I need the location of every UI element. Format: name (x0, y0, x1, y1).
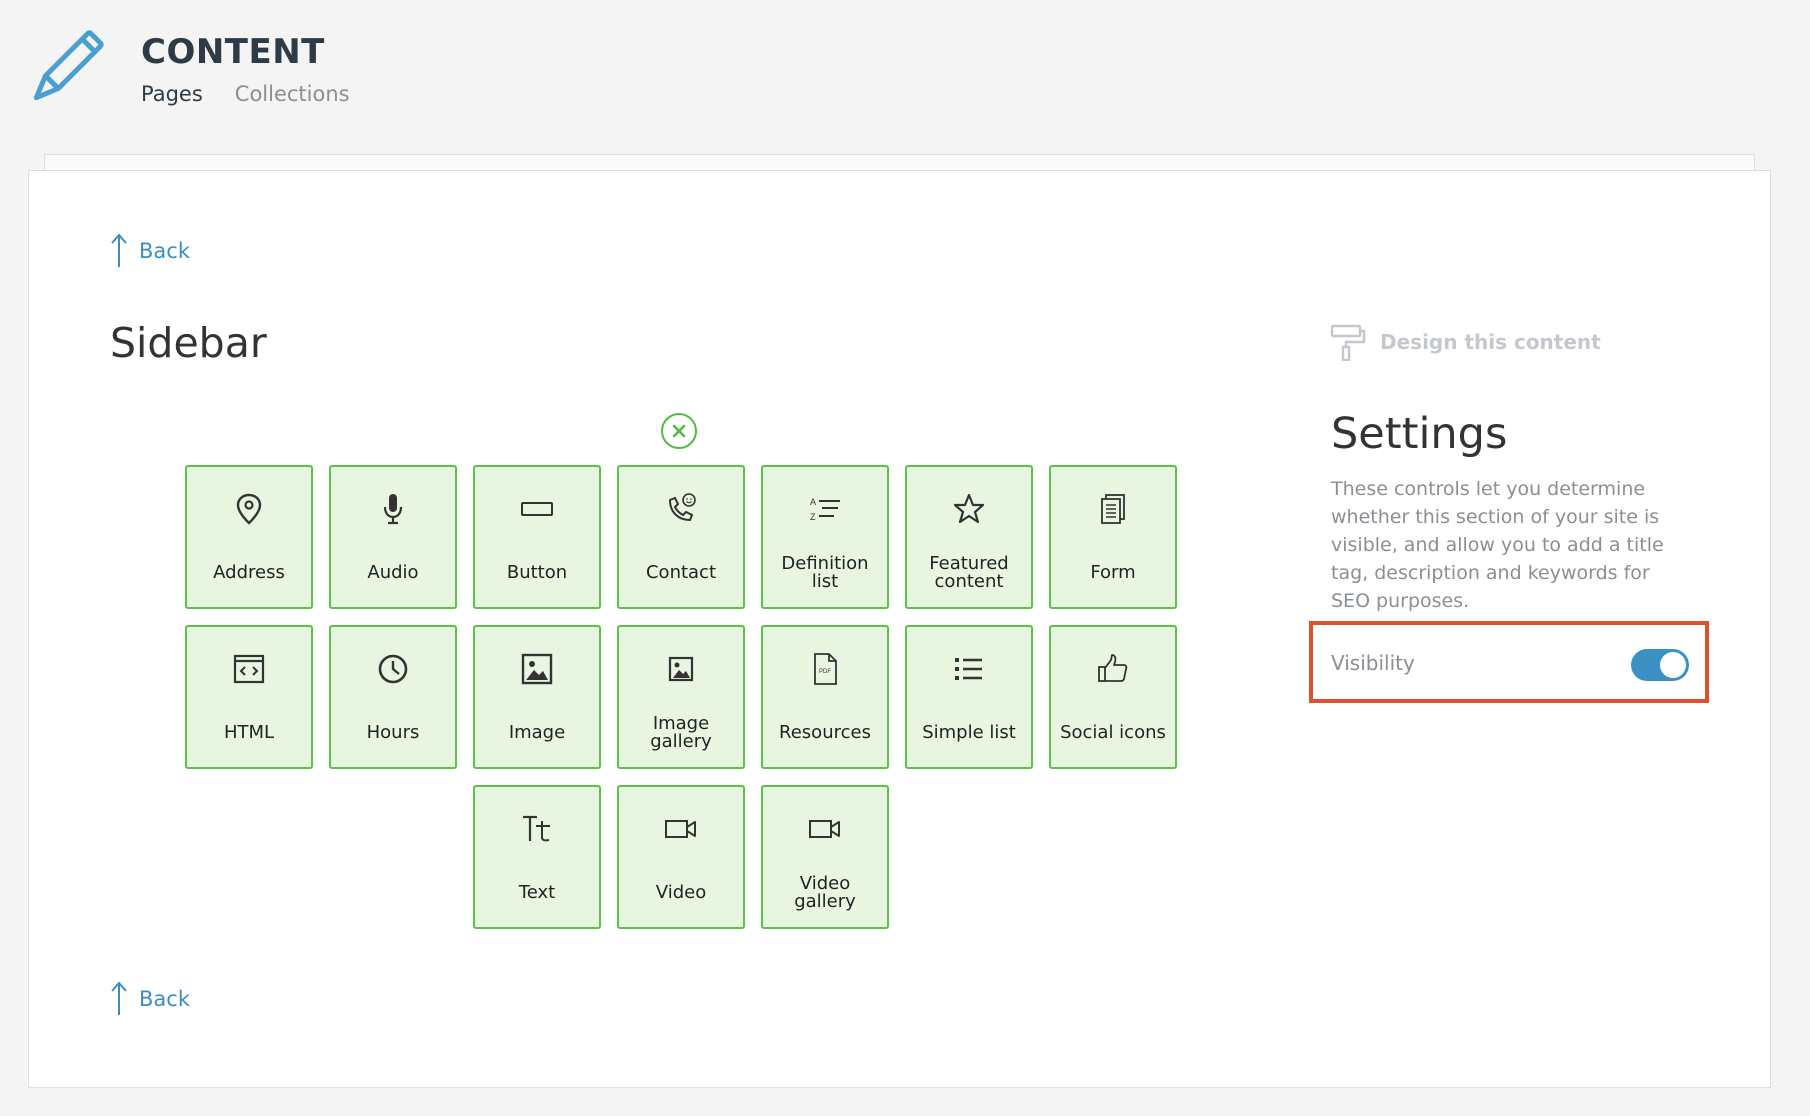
thumbs-up-icon (1095, 651, 1131, 687)
image-gallery-icon (663, 651, 699, 687)
tile-label: Social icons (1060, 722, 1166, 743)
tile-html[interactable]: HTML (185, 625, 313, 769)
button-icon (519, 491, 555, 527)
tile-label: Address (213, 562, 285, 583)
tile-resources[interactable]: PDF Resources (761, 625, 889, 769)
tile-contact[interactable]: Contact (617, 465, 745, 609)
visibility-row: Visibility (1309, 621, 1709, 703)
settings-title: Settings (1331, 409, 1508, 459)
svg-text:Z: Z (810, 512, 816, 522)
microphone-icon (375, 491, 411, 527)
star-icon (951, 491, 987, 527)
tab-collections[interactable]: Collections (235, 82, 350, 106)
tile-audio[interactable]: Audio (329, 465, 457, 609)
tile-label: Definition list (781, 553, 869, 592)
design-content-label: Design this content (1380, 330, 1601, 354)
definition-list-icon: AZ (807, 491, 843, 527)
tile-label: Video (655, 882, 707, 903)
tile-form[interactable]: Form (1049, 465, 1177, 609)
tile-text[interactable]: Text (473, 785, 601, 929)
page-title: CONTENT (141, 32, 325, 72)
code-icon (231, 651, 267, 687)
toggle-knob (1660, 652, 1686, 678)
close-icon (672, 424, 686, 438)
tile-featured-content[interactable]: Featured content (905, 465, 1033, 609)
tile-simple-list[interactable]: Simple list (905, 625, 1033, 769)
tile-button[interactable]: Button (473, 465, 601, 609)
list-icon (951, 651, 987, 687)
content-card: Back Sidebar Address Audio Button Contac… (28, 170, 1771, 1088)
tile-label: Featured content (929, 553, 1009, 592)
tile-address[interactable]: Address (185, 465, 313, 609)
svg-text:PDF: PDF (819, 669, 831, 675)
tile-label: Simple list (922, 722, 1016, 743)
arrow-up-icon (111, 233, 127, 267)
image-icon (519, 651, 555, 687)
app-header: CONTENT Pages Collections (0, 0, 1810, 150)
phone-icon (663, 491, 699, 527)
close-button[interactable] (661, 413, 697, 449)
tile-definition-list[interactable]: AZ Definition list (761, 465, 889, 609)
tile-label: Button (506, 562, 568, 583)
visibility-toggle[interactable] (1631, 649, 1689, 681)
text-icon (519, 811, 555, 847)
back-label: Back (139, 239, 190, 263)
tile-label: Image (508, 722, 566, 743)
tile-video[interactable]: Video (617, 785, 745, 929)
video-camera-icon (663, 811, 699, 847)
content-type-grid: Address Audio Button Contact AZ Definiti… (185, 465, 1185, 965)
clock-icon (375, 651, 411, 687)
pdf-document-icon: PDF (807, 651, 843, 687)
tile-label: Text (518, 882, 556, 903)
video-gallery-icon (807, 811, 843, 847)
tile-label: HTML (223, 722, 275, 743)
tile-label: Image gallery (650, 713, 712, 752)
back-link-top[interactable]: Back (109, 233, 190, 269)
visibility-label: Visibility (1331, 651, 1415, 675)
tile-label: Contact (645, 562, 717, 583)
arrow-up-icon (111, 981, 127, 1015)
paint-roller-icon (1330, 324, 1366, 361)
design-content-link[interactable]: Design this content (1330, 323, 1601, 361)
back-link-bottom[interactable]: Back (109, 981, 190, 1017)
header-tabs: Pages Collections (141, 82, 350, 106)
tile-label: Form (1090, 562, 1136, 583)
settings-description: These controls let you determine whether… (1331, 478, 1664, 612)
tile-image[interactable]: Image (473, 625, 601, 769)
tile-hours[interactable]: Hours (329, 625, 457, 769)
tile-label: Hours (366, 722, 420, 743)
pencil-icon (28, 30, 104, 106)
tab-pages[interactable]: Pages (141, 82, 203, 106)
tile-label: Video gallery (794, 873, 856, 912)
section-title: Sidebar (110, 319, 267, 367)
map-pin-icon (231, 491, 267, 527)
tile-label: Resources (779, 722, 871, 743)
tile-image-gallery[interactable]: Image gallery (617, 625, 745, 769)
form-icon (1095, 491, 1131, 527)
back-label: Back (139, 987, 190, 1011)
tile-label: Audio (367, 562, 419, 583)
svg-text:A: A (810, 497, 816, 507)
tile-video-gallery[interactable]: Video gallery (761, 785, 889, 929)
tile-social-icons[interactable]: Social icons (1049, 625, 1177, 769)
